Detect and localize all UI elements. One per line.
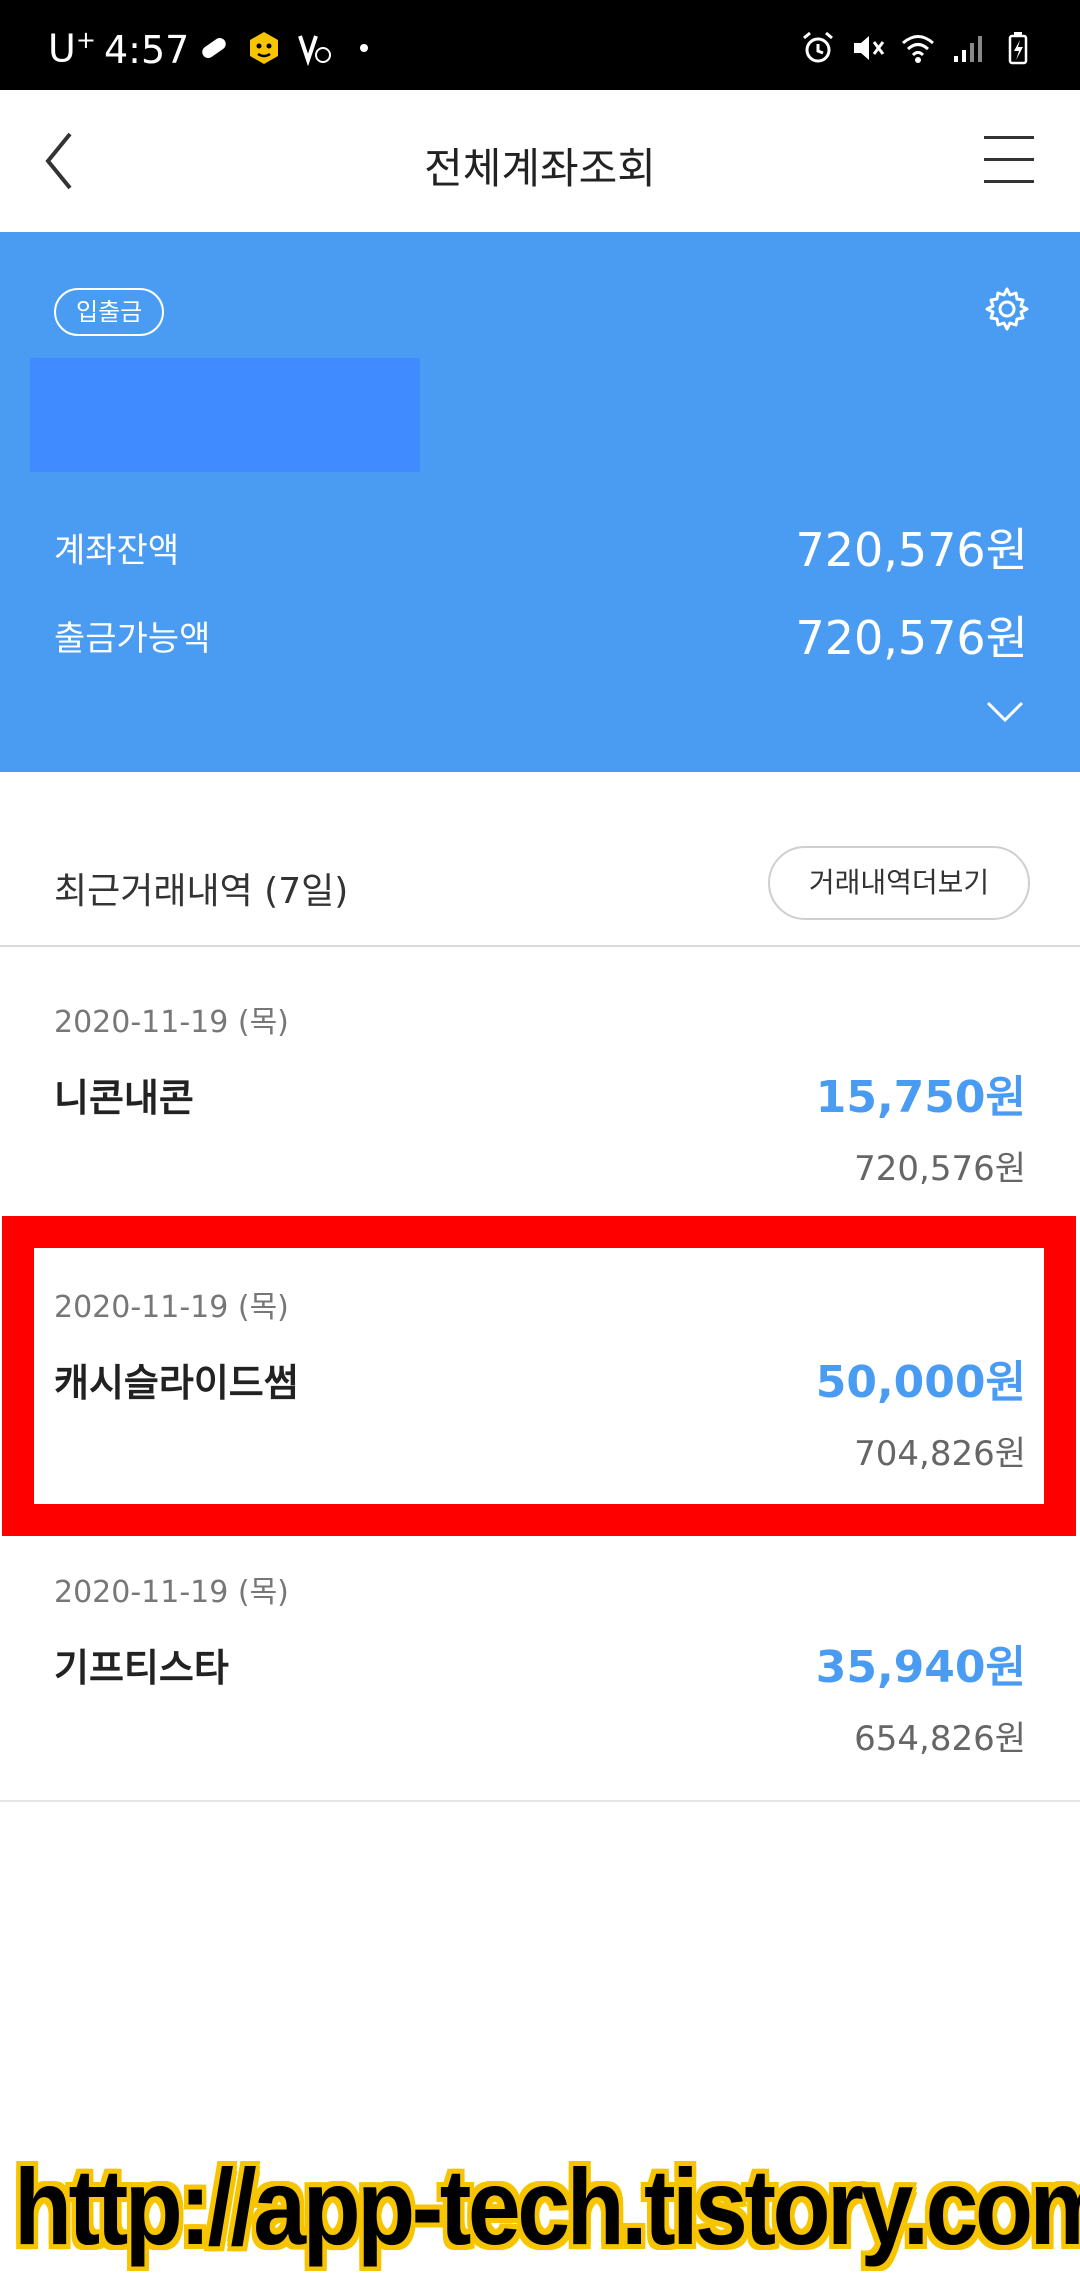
gear-icon[interactable]: [984, 286, 1030, 332]
list-end-divider: [0, 1800, 1080, 1802]
transaction-balance: 654,826원: [854, 1719, 1026, 1759]
alarm-icon: [803, 31, 833, 63]
app-header: 전체계좌조회: [0, 90, 1080, 232]
withdrawable-row: 출금가능액 720,576원: [54, 602, 1028, 668]
transaction-amount: 15,750원: [815, 1072, 1026, 1123]
recent-transactions-title: 최근거래내역 (7일): [54, 871, 349, 912]
recent-transactions-header: 최근거래내역 (7일) 거래내역더보기: [0, 772, 1080, 947]
wifi-icon: [902, 35, 934, 63]
withdrawable-value: 720,576원: [795, 611, 1028, 665]
withdrawable-label: 출금가능액: [54, 618, 211, 659]
balance-label: 계좌잔액: [54, 530, 180, 571]
transaction-name: 기프티스타: [54, 1646, 229, 1690]
menu-icon[interactable]: [984, 136, 1034, 184]
chevron-down-icon[interactable]: [986, 700, 1024, 724]
system-icons: [800, 30, 1036, 66]
carrier-label: U+: [48, 26, 96, 71]
transaction-list: 2020-11-19 (목) 니콘내콘 15,750원 720,576원 202…: [0, 947, 1080, 1802]
highlight-box: [2, 1216, 1076, 1536]
account-card: 입출금 계좌잔액 720,576원 출금가능액 720,576원: [0, 232, 1080, 772]
notification-icons: [196, 30, 382, 66]
balance-value: 720,576원: [795, 523, 1028, 577]
more-transactions-button[interactable]: 거래내역더보기: [768, 846, 1030, 920]
dot-icon: [360, 44, 368, 52]
transaction-date: 2020-11-19 (목): [54, 1005, 289, 1040]
transaction-item[interactable]: 2020-11-19 (목) 기프티스타 35,940원 654,826원: [0, 1517, 1080, 1802]
transaction-name: 니콘내콘: [54, 1076, 194, 1120]
signal-icon: [954, 36, 982, 62]
clock: 4:57: [104, 28, 190, 72]
pill-icon: [202, 37, 226, 59]
transaction-item[interactable]: 2020-11-19 (목) 니콘내콘 15,750원 720,576원: [0, 947, 1080, 1232]
account-type-badge: 입출금: [54, 288, 165, 336]
transaction-date: 2020-11-19 (목): [54, 1575, 289, 1610]
bee-icon: [250, 32, 278, 64]
volte-icon: [298, 35, 331, 66]
watermark: http://app-tech.tistory.com: [0, 2140, 1080, 2280]
battery-icon: [1008, 32, 1028, 65]
masked-account-number: [30, 358, 420, 472]
watermark-text: http://app-tech.tistory.com: [14, 2146, 1080, 2267]
page-title: 전체계좌조회: [424, 144, 656, 193]
mute-icon: [854, 36, 885, 60]
transaction-amount: 35,940원: [815, 1642, 1026, 1693]
transaction-balance: 720,576원: [854, 1149, 1026, 1189]
status-bar: U+ 4:57: [0, 0, 1080, 90]
balance-row: 계좌잔액 720,576원: [54, 514, 1028, 580]
